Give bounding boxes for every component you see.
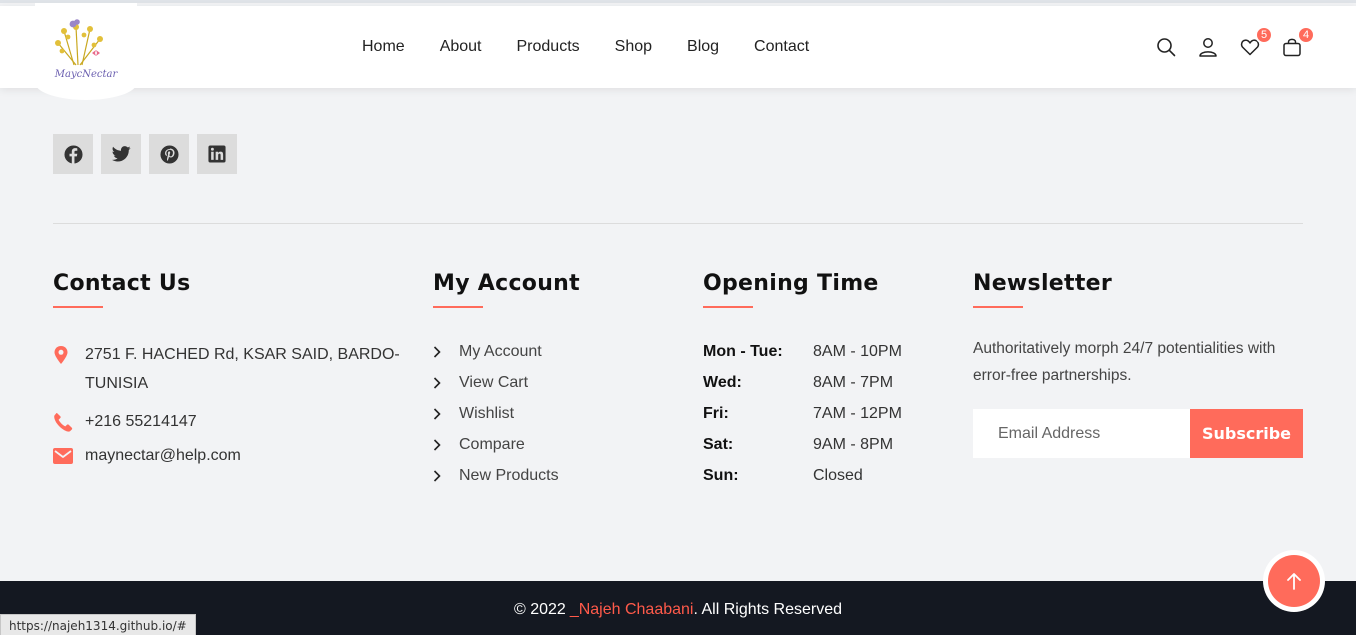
logo[interactable]: MaycNectar bbox=[35, 3, 137, 100]
hours-day: Sun: bbox=[703, 466, 739, 484]
newsletter-description: Authoritatively morph 24/7 potentialitie… bbox=[973, 340, 1276, 384]
newsletter-column: Newsletter Authoritatively morph 24/7 po… bbox=[973, 271, 1303, 458]
author-link[interactable]: _Najeh Chaabani bbox=[570, 601, 694, 619]
contact-phone[interactable]: +216 55214147 bbox=[53, 407, 400, 436]
hours-time: 8AM - 7PM bbox=[813, 373, 894, 391]
email-text: maynectar@help.com bbox=[85, 447, 241, 464]
browser-status-url: https://najeh1314.github.io/# bbox=[0, 614, 196, 635]
hours-time: 8AM - 10PM bbox=[813, 342, 902, 360]
hours-time: 9AM - 8PM bbox=[813, 435, 894, 453]
cart-button[interactable]: 4 bbox=[1280, 26, 1315, 59]
copyright-bar: © 2022 _Najeh Chaabani . All Rights Rese… bbox=[0, 581, 1356, 635]
hours-row: Mon - Tue: 8AM - 10PM bbox=[703, 336, 902, 367]
copyright-suffix: . All Rights Reserved bbox=[693, 600, 842, 618]
nav-products[interactable]: Products bbox=[517, 38, 580, 56]
footer-divider bbox=[53, 223, 1303, 224]
phone-text: +216 55214147 bbox=[85, 413, 197, 430]
facebook-link[interactable] bbox=[53, 134, 93, 174]
hours-row: Sat: 9AM - 8PM bbox=[703, 429, 902, 460]
arrow-up-icon bbox=[1287, 573, 1301, 590]
cart-count-badge: 4 bbox=[1297, 26, 1315, 44]
account-button[interactable] bbox=[1196, 35, 1220, 59]
social-links bbox=[53, 134, 245, 174]
address-line-2: TUNISIA bbox=[85, 375, 149, 392]
linkedin-icon bbox=[208, 145, 226, 163]
chevron-right-icon bbox=[433, 345, 459, 358]
heading-underline bbox=[433, 306, 483, 308]
heading-underline bbox=[53, 306, 103, 308]
hours-day: Mon - Tue: bbox=[703, 342, 783, 360]
hours-heading: Opening Time bbox=[703, 271, 879, 296]
mail-icon bbox=[53, 441, 85, 470]
chevron-right-icon bbox=[433, 407, 459, 420]
subscribe-button[interactable]: Subscribe bbox=[1190, 409, 1303, 458]
twitter-link[interactable] bbox=[101, 134, 141, 174]
map-pin-icon bbox=[53, 340, 85, 369]
chevron-right-icon bbox=[433, 438, 459, 451]
linkedin-link[interactable] bbox=[197, 134, 237, 174]
pinterest-icon bbox=[159, 144, 179, 164]
user-icon bbox=[1199, 38, 1217, 57]
hours-row: Wed: 8AM - 7PM bbox=[703, 367, 902, 398]
contact-heading: Contact Us bbox=[53, 271, 191, 296]
nav-about[interactable]: About bbox=[440, 38, 482, 56]
hours-time: Closed bbox=[813, 466, 863, 484]
search-button[interactable] bbox=[1154, 35, 1178, 59]
twitter-icon bbox=[111, 146, 131, 162]
pinterest-link[interactable] bbox=[149, 134, 189, 174]
hours-row: Fri: 7AM - 12PM bbox=[703, 398, 902, 429]
facebook-icon bbox=[63, 144, 83, 164]
address-text: 2751 F. HACHED Rd, KSAR SAID, BARDO- TUN… bbox=[85, 340, 400, 398]
contact-column: Contact Us 2751 F. HACHED Rd, KSAR SAID,… bbox=[53, 271, 400, 470]
heading-underline bbox=[703, 306, 753, 308]
account-link-compare[interactable]: Compare bbox=[433, 429, 580, 460]
account-link-wishlist[interactable]: Wishlist bbox=[433, 398, 580, 429]
hours-day: Sat: bbox=[703, 435, 734, 453]
nav-home[interactable]: Home bbox=[362, 38, 405, 56]
contact-address: 2751 F. HACHED Rd, KSAR SAID, BARDO- TUN… bbox=[53, 340, 400, 398]
account-heading: My Account bbox=[433, 271, 580, 296]
account-links: My Account View Cart Wishlist Compare Ne… bbox=[433, 336, 580, 491]
main-nav: Home About Products Shop Blog Contact bbox=[362, 6, 844, 88]
email-field[interactable] bbox=[973, 409, 1190, 458]
account-link-label: Compare bbox=[459, 435, 525, 453]
wishlist-count-badge: 5 bbox=[1255, 26, 1273, 44]
account-link-label: Wishlist bbox=[459, 404, 515, 422]
newsletter-heading: Newsletter bbox=[973, 271, 1113, 296]
search-icon bbox=[1157, 38, 1176, 57]
logo-text: MaycNectar bbox=[54, 69, 119, 80]
newsletter-form: Subscribe bbox=[973, 409, 1303, 458]
contact-email[interactable]: maynectar@help.com bbox=[53, 441, 400, 470]
account-column: My Account My Account View Cart Wishlist… bbox=[433, 271, 580, 491]
nav-blog[interactable]: Blog bbox=[687, 38, 719, 56]
nav-shop[interactable]: Shop bbox=[615, 38, 652, 56]
chevron-right-icon bbox=[433, 469, 459, 482]
account-link-view-cart[interactable]: View Cart bbox=[433, 367, 580, 398]
copyright-prefix: © 2022 bbox=[514, 600, 566, 618]
account-link-label: New Products bbox=[459, 466, 559, 484]
site-header: Home About Products Shop Blog Contact 5 … bbox=[0, 6, 1356, 88]
hours-row: Sun: Closed bbox=[703, 460, 902, 491]
chevron-right-icon bbox=[433, 376, 459, 389]
heading-underline bbox=[973, 306, 1023, 308]
hours-day: Wed: bbox=[703, 373, 742, 391]
account-link-my-account[interactable]: My Account bbox=[433, 336, 580, 367]
nav-contact[interactable]: Contact bbox=[754, 38, 809, 56]
hours-table: Mon - Tue: 8AM - 10PM Wed: 8AM - 7PM Fri: 7… bbox=[703, 336, 902, 491]
contact-list: 2751 F. HACHED Rd, KSAR SAID, BARDO- TUN… bbox=[53, 340, 400, 470]
account-link-new-products[interactable]: New Products bbox=[433, 460, 580, 491]
scroll-to-top-inner bbox=[1268, 555, 1320, 607]
scroll-to-top-button[interactable] bbox=[1263, 550, 1325, 612]
address-line-1: 2751 F. HACHED Rd, KSAR SAID, BARDO- bbox=[85, 346, 400, 363]
account-link-label: View Cart bbox=[459, 373, 529, 391]
wishlist-button[interactable]: 5 bbox=[1238, 26, 1273, 59]
hours-time: 7AM - 12PM bbox=[813, 404, 902, 422]
logo-image: MaycNectar bbox=[54, 18, 119, 80]
hours-column: Opening Time Mon - Tue: 8AM - 10PM Wed: 8A… bbox=[703, 271, 902, 491]
phone-icon bbox=[53, 407, 85, 436]
hours-day: Fri: bbox=[703, 404, 729, 422]
header-icons: 5 4 bbox=[1154, 26, 1322, 59]
account-link-label: My Account bbox=[459, 342, 542, 360]
